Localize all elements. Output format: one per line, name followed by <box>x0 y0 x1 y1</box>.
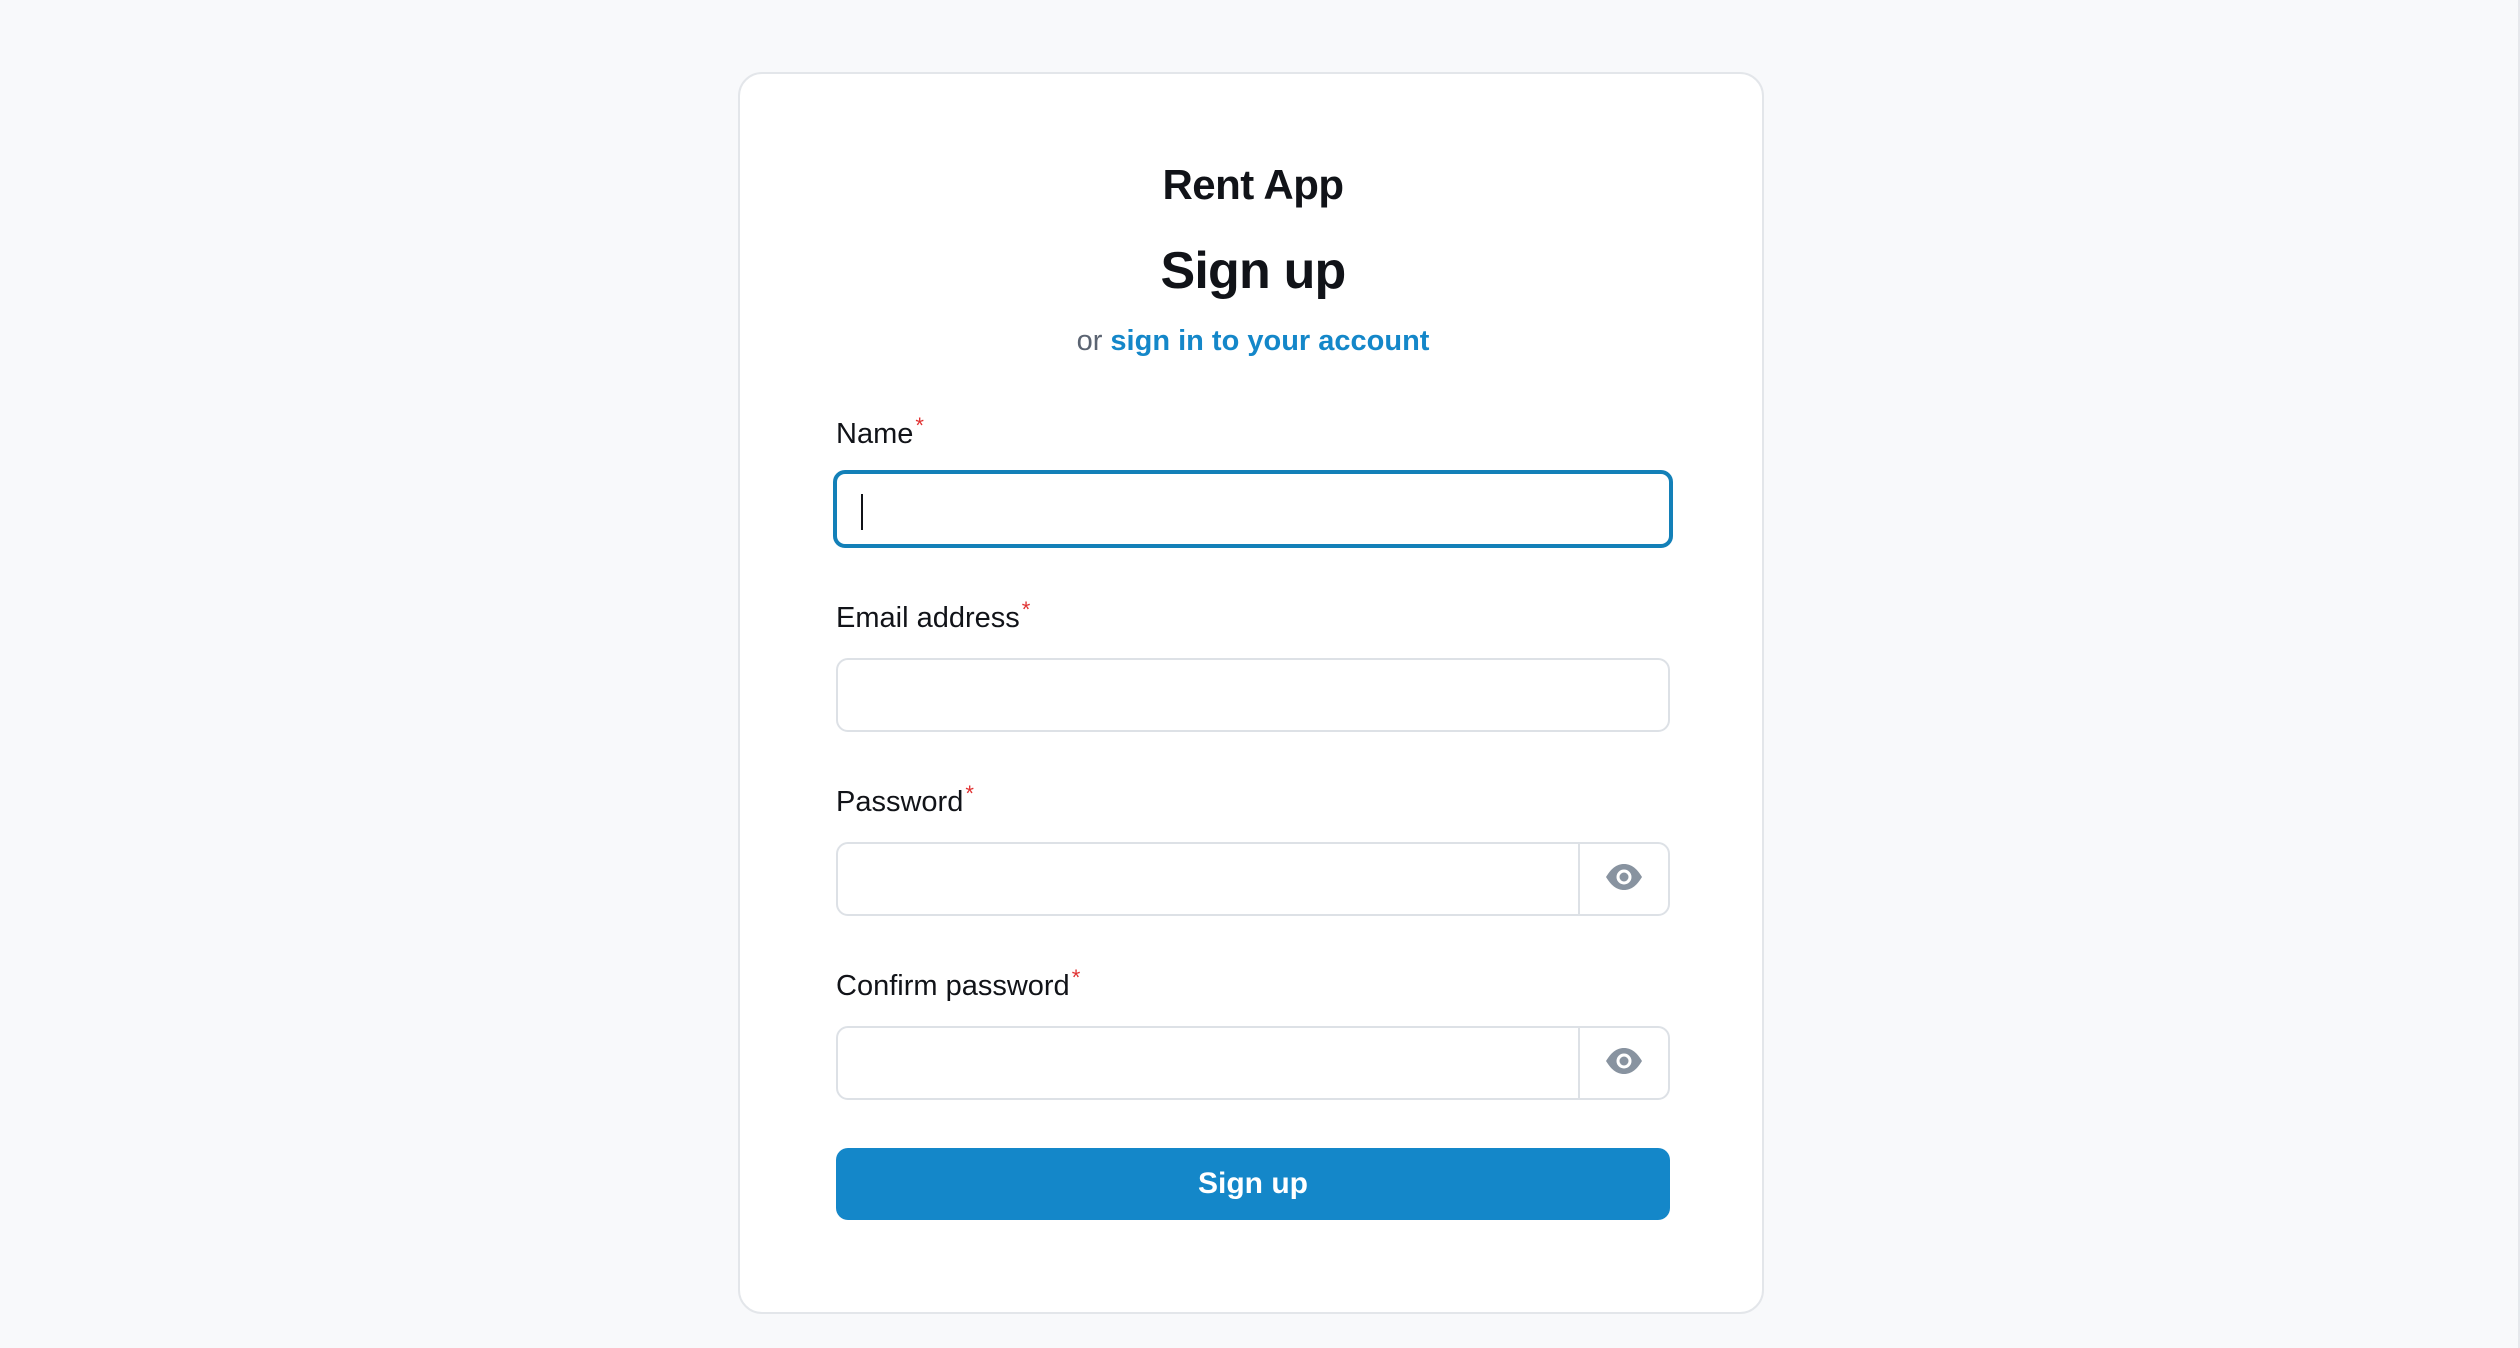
email-field[interactable] <box>836 658 1670 732</box>
signin-prompt: or sign in to your account <box>836 327 1670 356</box>
signin-link[interactable]: sign in to your account <box>1110 325 1429 357</box>
confirm-password-group <box>836 1026 1670 1100</box>
password-input[interactable] <box>838 844 1580 914</box>
confirm-password-label-text: Confirm password <box>836 970 1070 1002</box>
name-label: Name* <box>836 415 924 450</box>
password-label: Password* <box>836 783 974 818</box>
text-caret <box>861 494 863 530</box>
name-input[interactable] <box>833 470 1673 548</box>
app-name: Rent App <box>1162 161 1344 208</box>
eye-icon <box>1604 1047 1644 1080</box>
signup-card: Rent App Sign up or sign in to your acco… <box>738 72 1764 1314</box>
confirm-password-label: Confirm password* <box>836 967 1080 1002</box>
sign-up-button[interactable]: Sign up <box>836 1148 1670 1220</box>
confirm-password-input[interactable] <box>838 1028 1580 1098</box>
name-label-text: Name <box>836 418 914 450</box>
email-label: Email address* <box>836 599 1030 634</box>
password-group <box>836 842 1670 916</box>
email-label-text: Email address <box>836 602 1020 634</box>
signin-prefix: or <box>1076 325 1103 357</box>
confirm-password-visibility-toggle[interactable] <box>1578 1028 1668 1098</box>
required-marker: * <box>1021 597 1031 622</box>
page-title: Sign up <box>1160 242 1346 300</box>
required-marker: * <box>965 781 974 806</box>
required-marker: * <box>915 413 924 438</box>
password-label-text: Password <box>836 786 964 818</box>
required-marker: * <box>1071 965 1081 990</box>
password-visibility-toggle[interactable] <box>1578 844 1668 914</box>
eye-icon <box>1604 863 1644 896</box>
